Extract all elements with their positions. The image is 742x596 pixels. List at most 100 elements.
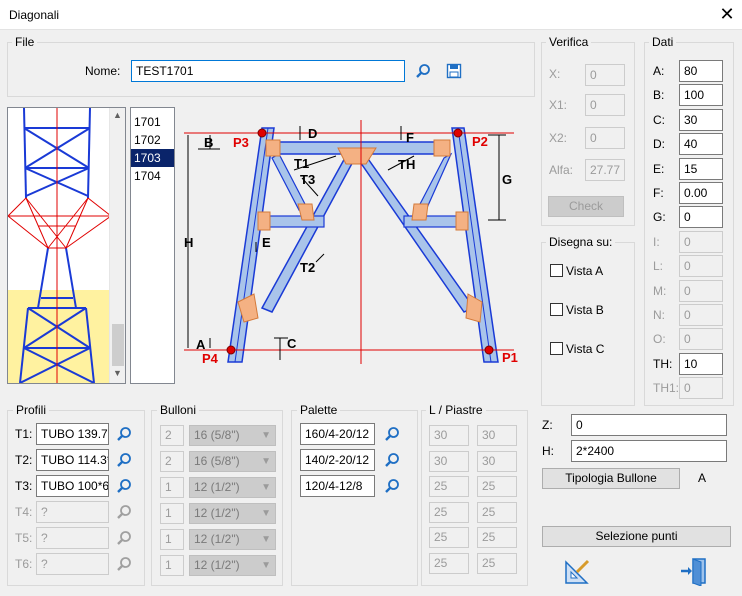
label-p4: P4	[202, 351, 219, 366]
dati-field[interactable]: 10	[679, 352, 723, 375]
chevron-down-icon: ▼	[261, 482, 271, 493]
verifica-x1-field: 0	[585, 94, 625, 116]
piastra-field-right: 30	[477, 450, 517, 472]
search-icon[interactable]	[116, 426, 132, 442]
label-a: A	[196, 337, 206, 352]
check-button[interactable]: Check	[548, 196, 624, 217]
tipologia-bullone-button[interactable]: Tipologia Bullone	[542, 468, 680, 489]
profilo-field[interactable]: TUBO 139.7*:	[36, 423, 109, 445]
bolt-size-value: 12 (1/2")	[194, 558, 240, 572]
dati-label: TH1:	[653, 381, 680, 396]
profilo-field: ?	[36, 527, 109, 549]
selezione-punti-button[interactable]: Selezione punti	[542, 526, 731, 547]
dati-label: C:	[653, 112, 665, 127]
vista-c-checkbox[interactable]	[550, 342, 563, 355]
palette-field[interactable]: 120/4-12/8	[300, 475, 375, 497]
dati-label: B:	[653, 88, 665, 103]
label-c: C	[287, 336, 297, 351]
label-t2: T2	[300, 260, 315, 275]
chevron-down-icon: ▼	[261, 430, 271, 441]
dati-field[interactable]: 100	[679, 84, 723, 107]
dati-label: TH:	[653, 356, 673, 371]
list-item[interactable]: 1704	[131, 167, 174, 185]
bolt-size-select: 16 (5/8") ▼	[189, 425, 276, 446]
dati-field[interactable]: 0.00	[679, 182, 723, 204]
tower-preview[interactable]: ▲ ▼	[7, 107, 126, 384]
dati-field[interactable]: 30	[679, 108, 723, 131]
piastra-field-left: 25	[429, 476, 469, 497]
h-input[interactable]: 2*2400	[571, 440, 727, 462]
chevron-down-icon: ▼	[261, 560, 271, 571]
scroll-thumb[interactable]	[112, 324, 124, 366]
profilo-field[interactable]: TUBO 114.3*:	[36, 449, 109, 471]
bolt-size-select: 12 (1/2") ▼	[189, 555, 276, 576]
list-item[interactable]: 1702	[131, 131, 174, 149]
dati-field: 0	[679, 377, 723, 400]
z-label: Z:	[542, 418, 553, 432]
name-label: Nome:	[85, 64, 121, 78]
dati-label: D:	[653, 137, 665, 152]
search-icon	[117, 557, 131, 571]
search-icon[interactable]	[384, 478, 400, 494]
dati-field: 0	[679, 328, 723, 351]
verifica-x2-field: 0	[585, 127, 625, 149]
name-input[interactable]: TEST1701	[131, 60, 405, 82]
save-icon[interactable]	[446, 63, 462, 79]
dati-field[interactable]: 0	[679, 206, 723, 229]
bolt-size-value: 16 (5/8")	[194, 454, 240, 468]
bolt-count-field: 1	[160, 503, 184, 524]
piastra-field-right: 25	[477, 501, 517, 523]
search-icon[interactable]	[384, 426, 400, 442]
piastra-field-right: 30	[477, 425, 517, 446]
vista-c-label[interactable]: Vista C	[566, 342, 604, 356]
verifica-x-label: X:	[549, 67, 561, 81]
profilo-field: ?	[36, 553, 109, 575]
diagonal-diagram: P3 P2 P1 P4 T1 T3 T2 TH A B C D E F G H	[184, 120, 518, 366]
list-item-selected[interactable]: 1703	[131, 149, 174, 167]
h-label: H:	[542, 444, 554, 458]
label-e: E	[262, 235, 271, 250]
list-item[interactable]: 1701	[131, 113, 174, 131]
dati-label: N:	[653, 308, 665, 322]
piastra-field-left: 25	[429, 552, 469, 574]
vista-b-checkbox[interactable]	[550, 303, 563, 316]
exit-door-icon[interactable]	[679, 556, 709, 586]
scroll-down-icon[interactable]: ▼	[113, 368, 122, 378]
search-icon[interactable]	[116, 452, 132, 468]
palette-field[interactable]: 160/4-20/12	[300, 423, 375, 445]
piastra-field-left: 25	[429, 527, 469, 548]
close-icon[interactable]: ✕	[716, 4, 738, 26]
piastra-field-right: 25	[477, 476, 517, 497]
label-p3: P3	[233, 135, 249, 150]
search-icon[interactable]	[415, 63, 431, 79]
profilo-label: T3:	[15, 479, 33, 493]
dati-field[interactable]: 15	[679, 157, 723, 180]
dati-label: M:	[653, 283, 667, 298]
disegna-group-label: Disegna su:	[546, 236, 616, 249]
dati-field[interactable]: 80	[679, 60, 723, 82]
bolt-size-select: 12 (1/2") ▼	[189, 477, 276, 498]
bolt-count-field: 1	[160, 555, 184, 576]
palette-field[interactable]: 140/2-20/12	[300, 449, 375, 471]
dati-field: 0	[679, 230, 723, 253]
label-g: G	[502, 172, 512, 187]
profilo-field: ?	[36, 501, 109, 523]
search-icon[interactable]	[116, 478, 132, 494]
dati-field[interactable]: 40	[679, 133, 723, 156]
file-group-label: File	[12, 36, 38, 49]
profilo-field[interactable]: TUBO 100*6.:	[36, 475, 109, 497]
vista-a-checkbox[interactable]	[550, 264, 563, 277]
preview-scrollbar[interactable]: ▲ ▼	[109, 108, 125, 383]
bolt-count-field: 2	[160, 451, 184, 472]
set-square-icon[interactable]	[563, 558, 591, 586]
dati-label: E:	[653, 161, 665, 176]
search-icon[interactable]	[384, 452, 400, 468]
vista-b-label[interactable]: Vista B	[566, 303, 604, 317]
z-input[interactable]: 0	[571, 414, 727, 436]
verifica-x1-label: X1:	[549, 98, 568, 112]
bolt-size-value: 12 (1/2")	[194, 480, 240, 494]
label-t3: T3	[300, 172, 315, 187]
section-list[interactable]: 1701 1702 1703 1704	[130, 107, 175, 384]
vista-a-label[interactable]: Vista A	[566, 264, 603, 278]
scroll-up-icon[interactable]: ▲	[113, 110, 122, 120]
